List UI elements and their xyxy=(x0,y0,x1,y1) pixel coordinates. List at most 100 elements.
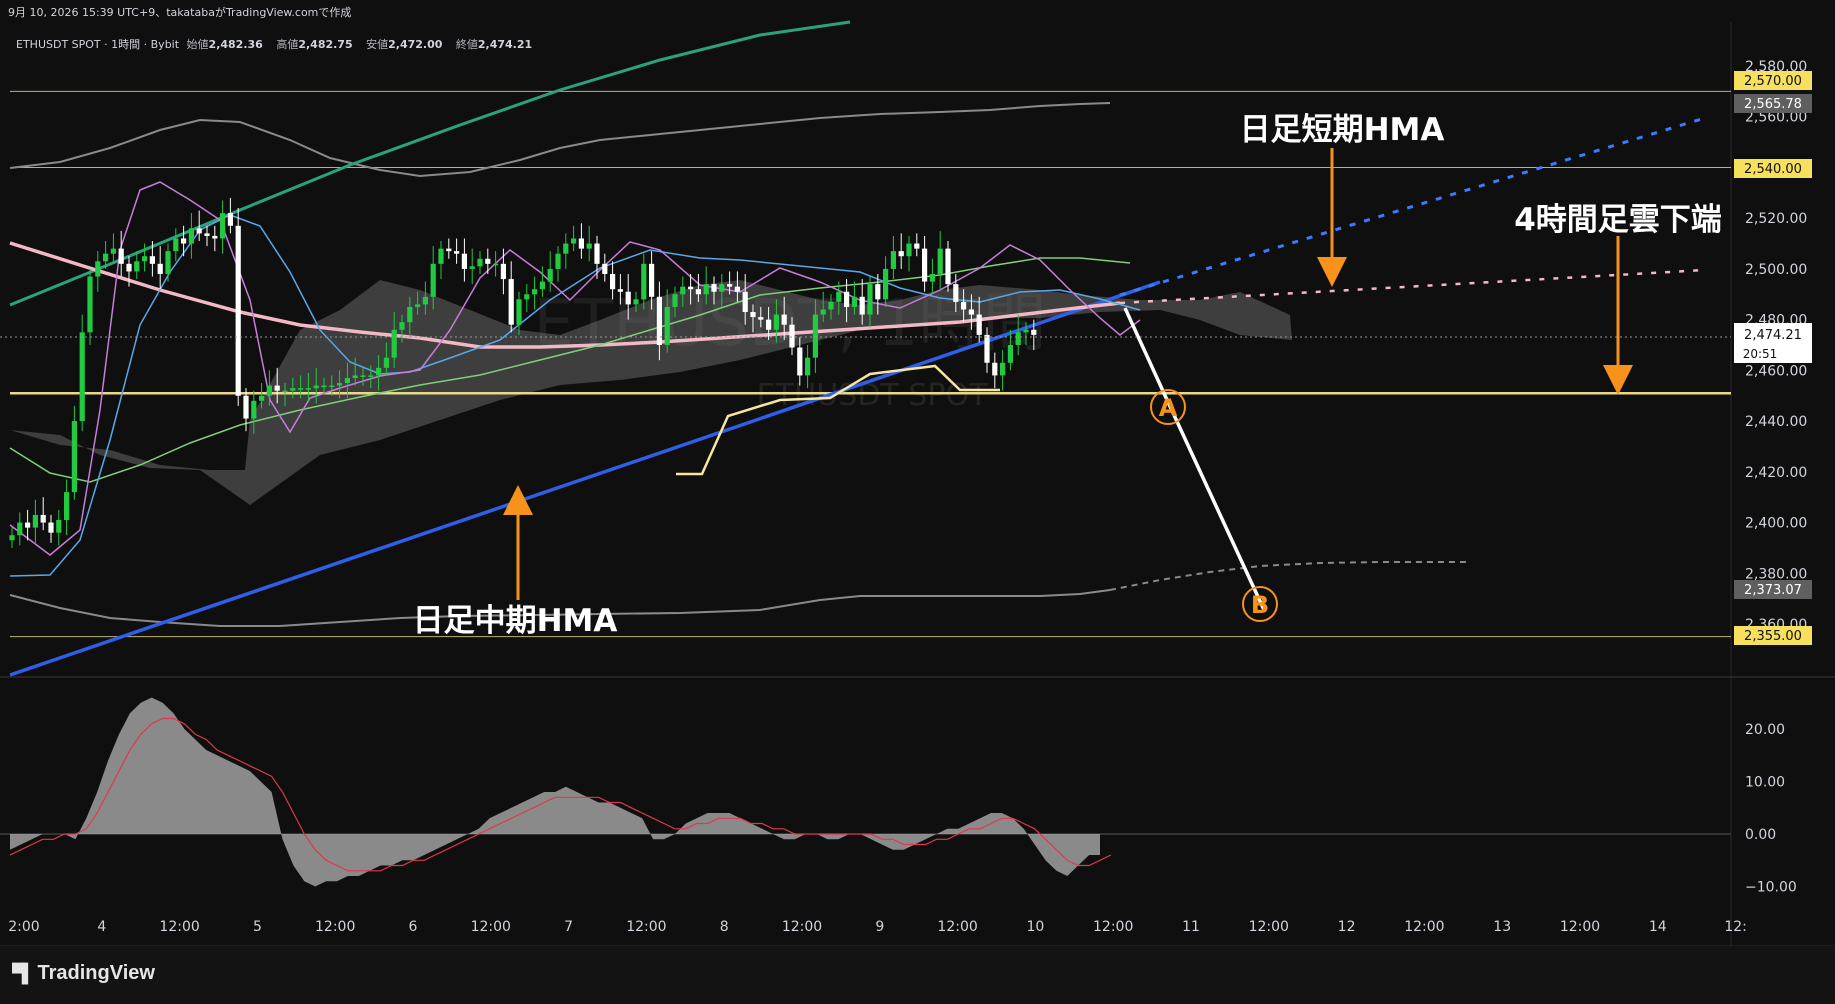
candle-body xyxy=(126,263,132,272)
candle-body xyxy=(243,395,249,419)
candle-body xyxy=(493,263,499,266)
time-tick-label: 6 xyxy=(409,919,418,935)
candle-body xyxy=(337,383,343,386)
badge-2570: 2,570.00 xyxy=(1744,74,1802,89)
price-tick-label: 2,460.00 xyxy=(1745,363,1807,379)
time-tick-label: 5 xyxy=(253,919,262,935)
time-tick-label: 13 xyxy=(1493,919,1511,935)
candle-body xyxy=(118,248,124,264)
daily-short-hma-annotation: 日足短期HMA xyxy=(1240,112,1445,148)
candle-body xyxy=(688,286,694,290)
price-tick-label: 2,400.00 xyxy=(1745,516,1807,532)
candle-body xyxy=(578,238,584,249)
time-tick-label: 8 xyxy=(720,919,729,935)
candle-body xyxy=(25,522,31,528)
oscillator-tick-label: −10.00 xyxy=(1745,880,1797,896)
candle-body xyxy=(56,520,62,533)
h4-cloud-bottom-annotation: 4時間足雲下端 xyxy=(1514,202,1722,238)
time-tick-label: 4 xyxy=(97,919,106,935)
candle-body xyxy=(789,324,795,348)
candle-body xyxy=(961,301,967,310)
time-tick-label: 10 xyxy=(1026,919,1044,935)
candle-body xyxy=(945,248,951,285)
time-tick-label: 12:00 xyxy=(937,919,977,935)
candle-body xyxy=(625,291,631,305)
candle-body xyxy=(188,228,194,244)
candle-body xyxy=(87,276,93,333)
candle-body xyxy=(610,273,616,290)
candle-body xyxy=(95,261,101,277)
candle-body xyxy=(594,243,600,264)
candle-body xyxy=(524,294,530,300)
time-tick-label: 12 xyxy=(1338,919,1356,935)
time-tick-label: 12:00 xyxy=(1404,919,1444,935)
tradingview-logo[interactable]: ▀▌ TradingView xyxy=(12,962,155,985)
candle-body xyxy=(79,332,85,422)
candle-body xyxy=(383,357,389,368)
point-a-label: A xyxy=(1159,394,1178,422)
badge-2540: 2,540.00 xyxy=(1744,162,1802,177)
candle-body xyxy=(828,301,834,310)
time-tick-label: 12:00 xyxy=(1560,919,1600,935)
time-tick-label: 12:00 xyxy=(471,919,511,935)
footer-bar xyxy=(0,946,1835,1004)
candle-body xyxy=(1031,329,1037,335)
candle-body xyxy=(298,388,304,390)
candle-body xyxy=(290,388,296,391)
candle-body xyxy=(1023,329,1029,333)
candle-body xyxy=(547,268,553,282)
candle-body xyxy=(820,309,826,315)
candle-body xyxy=(321,385,327,388)
candle-body xyxy=(313,385,319,389)
candle-body xyxy=(64,492,70,521)
candle-body xyxy=(430,263,436,297)
candle-body xyxy=(274,385,280,391)
candle-body xyxy=(469,266,475,269)
candle-body xyxy=(539,281,545,290)
candle-body xyxy=(407,306,413,323)
point-a-marker: A xyxy=(1150,389,1186,425)
candle-body xyxy=(812,314,818,358)
candle-body xyxy=(266,385,272,396)
candle-body xyxy=(71,421,77,493)
candle-body xyxy=(617,289,623,292)
time-tick-label: 12: xyxy=(1724,919,1747,935)
candle-body xyxy=(251,400,257,419)
candle-body xyxy=(758,317,764,320)
price-badges: 2,570.00 2,565.78 2,540.00 2,474.21 20:5… xyxy=(1734,71,1812,645)
candle-body xyxy=(805,357,811,376)
candle-body xyxy=(103,253,109,262)
candle-body xyxy=(157,263,163,274)
badge-2355: 2,355.00 xyxy=(1744,629,1802,644)
candle-body xyxy=(875,284,881,300)
candle-body xyxy=(48,522,54,533)
candle-body xyxy=(906,243,912,257)
badge-2373: 2,373.07 xyxy=(1744,583,1802,598)
candle-body xyxy=(368,375,374,377)
badge-current-price: 2,474.21 xyxy=(1744,328,1802,343)
oscillator-histogram-area xyxy=(10,697,1100,887)
candle-body xyxy=(649,263,655,297)
candle-body xyxy=(329,385,335,388)
candle-body xyxy=(477,258,483,267)
candle-body xyxy=(344,377,350,384)
candle-body xyxy=(703,284,709,295)
candle-body xyxy=(32,514,38,528)
candle-body xyxy=(953,284,959,302)
candle-body xyxy=(422,296,428,305)
oscillator-tick-label: 0.00 xyxy=(1745,827,1776,843)
candle-body xyxy=(376,367,382,376)
candle-body xyxy=(259,395,265,401)
candle-body xyxy=(165,251,171,274)
candle-body xyxy=(781,314,787,325)
time-tick-label: 9 xyxy=(875,919,884,935)
candle-body xyxy=(173,238,179,252)
candle-body xyxy=(282,390,288,393)
candle-body xyxy=(656,296,662,345)
candle-body xyxy=(305,388,311,390)
time-axis[interactable]: 2:00 4 12:00 5 12:00 6 12:00 7 12:00 8 12:00 9 12:00… xyxy=(8,919,1747,935)
tradingview-logo-icon: ▀▌ xyxy=(12,963,34,983)
price-chart[interactable]: ETHUSDT, 1時間 ETHUSDT SPOT A B 日足短期HMA 4時… xyxy=(0,0,1835,946)
candle-body xyxy=(212,235,218,239)
time-tick-label: 12:00 xyxy=(159,919,199,935)
